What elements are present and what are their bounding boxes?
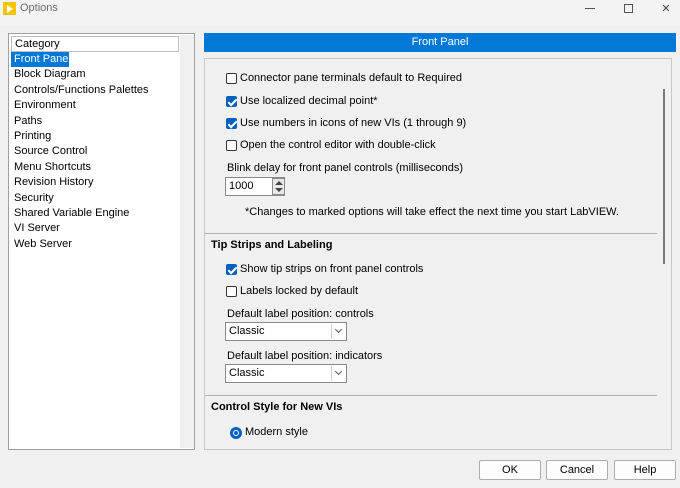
modern-style-label: Modern style [245,426,308,438]
control-editor-dblclick-checkbox[interactable] [226,140,237,151]
window-title: Options [20,2,58,14]
category-item-menu-shortcuts[interactable]: Menu Shortcuts [11,160,179,175]
category-item-front-panel[interactable]: Front Panel [11,52,71,68]
content-scrollbar-thumb[interactable] [663,89,665,264]
minimize-icon [585,7,595,9]
section-divider [205,233,657,234]
category-item-source-control[interactable]: Source Control [11,144,179,159]
label-position-controls-label: Default label position: controls [227,308,374,320]
icon-numbers-checkbox[interactable] [226,118,237,129]
blink-delay-label: Blink delay for front panel controls (mi… [227,162,463,174]
category-item-shared-variable-engine[interactable]: Shared Variable Engine [11,206,179,221]
restart-note: *Changes to marked options will take eff… [245,206,619,218]
close-icon: ✕ [661,2,671,15]
label-position-controls-select[interactable]: Classic [225,322,347,341]
category-item-web-server[interactable]: Web Server [11,237,179,252]
chevron-down-icon [331,324,345,339]
chevron-down-icon [331,366,345,381]
maximize-button[interactable] [608,0,648,16]
icon-numbers-label: Use numbers in icons of new VIs (1 throu… [240,117,467,129]
category-list[interactable]: Category Front Panel Block Diagram Contr… [8,33,195,450]
category-item-security[interactable]: Security [11,191,179,206]
section-divider [205,395,657,396]
panel-header: Front Panel [204,33,676,52]
maximize-icon [623,3,633,13]
category-item-controls-functions-palettes[interactable]: Controls/Functions Palettes [11,83,179,98]
category-item-revision-history[interactable]: Revision History [11,175,179,190]
blink-delay-spinner[interactable] [272,178,285,195]
category-item-environment[interactable]: Environment [11,98,179,113]
labview-app-icon [3,2,16,15]
label-position-controls-value: Classic [229,325,265,337]
category-item-printing[interactable]: Printing [11,129,179,144]
category-item-vi-server[interactable]: VI Server [11,221,179,236]
show-tip-strips-checkbox[interactable] [226,264,237,275]
category-scrollbar[interactable] [180,35,194,448]
localized-decimal-checkbox[interactable] [226,96,237,107]
close-button[interactable]: ✕ [646,0,680,16]
options-content: Connector pane terminals default to Requ… [204,58,672,450]
localized-decimal-label: Use localized decimal point* [240,95,378,107]
control-style-section-title: Control Style for New VIs [211,401,343,413]
labels-locked-checkbox[interactable] [226,286,237,297]
tip-strips-section-title: Tip Strips and Labeling [211,239,333,251]
category-header: Category [11,36,179,52]
title-bar: Options ✕ [0,0,680,26]
show-tip-strips-label: Show tip strips on front panel controls [240,263,424,275]
label-position-indicators-label: Default label position: indicators [227,350,383,362]
help-button[interactable]: Help [614,460,676,480]
label-position-indicators-value: Classic [229,367,265,379]
modern-style-radio[interactable] [230,427,242,439]
increment-icon[interactable] [275,181,283,185]
connector-pane-required-checkbox[interactable] [226,73,237,84]
category-item-block-diagram[interactable]: Block Diagram [11,67,179,82]
category-items: Front Panel Block Diagram Controls/Funct… [11,52,179,252]
connector-pane-required-label: Connector pane terminals default to Requ… [240,72,462,84]
ok-button[interactable]: OK [479,460,541,480]
category-item-paths[interactable]: Paths [11,114,179,129]
labels-locked-label: Labels locked by default [240,285,359,297]
minimize-button[interactable] [570,0,610,16]
label-position-indicators-select[interactable]: Classic [225,364,347,383]
cancel-button[interactable]: Cancel [546,460,608,480]
decrement-icon[interactable] [275,188,283,192]
control-editor-dblclick-label: Open the control editor with double-clic… [240,139,436,151]
